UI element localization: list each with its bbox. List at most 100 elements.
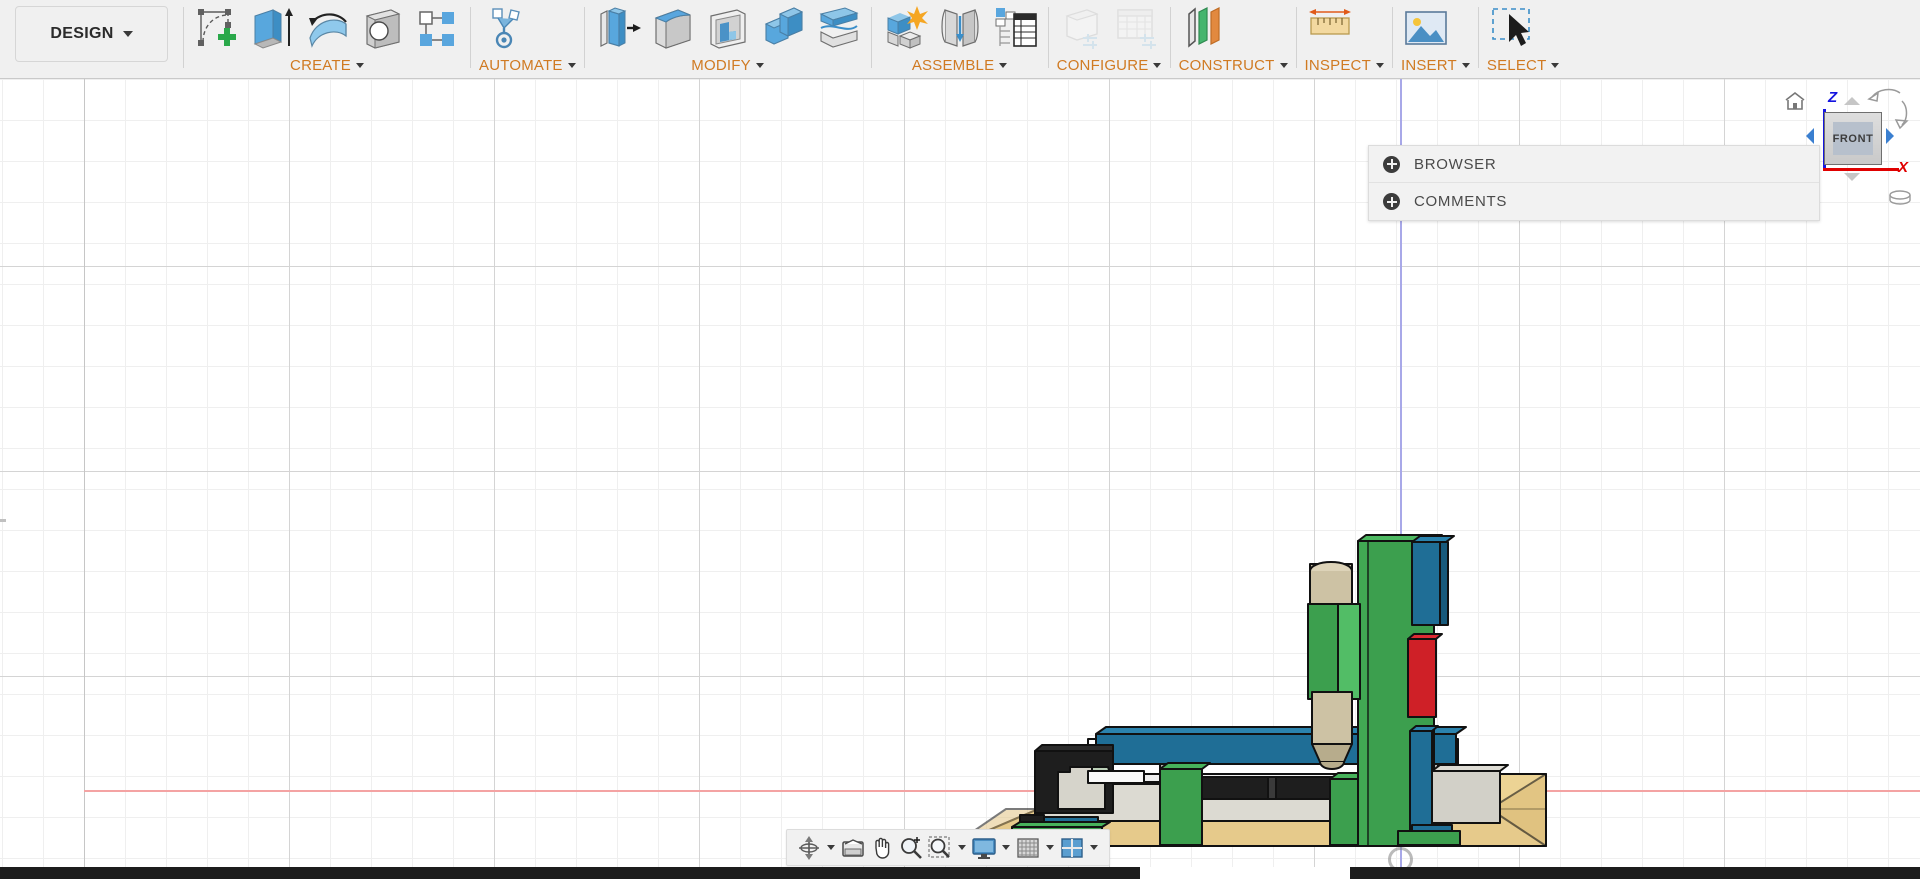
toolbar-panel-modify: MODIFY <box>585 0 871 79</box>
grid-snaps-icon[interactable] <box>1015 834 1041 862</box>
green-riser-mid <box>1159 768 1203 846</box>
panel-title-create[interactable]: CREATE <box>192 52 462 78</box>
joint-icon[interactable] <box>935 4 985 52</box>
panel-label: AUTOMATE <box>479 56 563 74</box>
viewcube-x-axis <box>1823 168 1899 171</box>
chevron-down-icon <box>1375 62 1384 68</box>
viewports-dropdown-caret-icon[interactable] <box>1088 834 1100 862</box>
panel-label: MODIFY <box>691 56 751 74</box>
panel-label: CREATE <box>290 56 351 74</box>
chevron-down-icon <box>567 62 576 68</box>
display-dropdown-caret-icon[interactable] <box>1000 834 1012 862</box>
look-at-icon[interactable] <box>840 834 866 862</box>
panel-title-modify[interactable]: MODIFY <box>593 52 863 78</box>
comments-panel-header[interactable]: COMMENTS <box>1369 183 1819 220</box>
spindle-lower <box>1311 691 1353 745</box>
chevron-down-icon <box>122 31 133 37</box>
chevron-down-icon <box>355 62 364 68</box>
panel-title-configure[interactable]: CONFIGURE <box>1057 52 1162 78</box>
green-foot-right <box>1397 830 1461 846</box>
viewport-canvas[interactable]: BROWSER COMMENTS Z X FRONT <box>0 79 1920 879</box>
extrude-icon[interactable] <box>247 4 297 52</box>
panel-title-automate[interactable]: AUTOMATE <box>479 52 576 78</box>
orbit-icon[interactable] <box>796 834 822 862</box>
panel-title-construct[interactable]: CONSTRUCT <box>1179 52 1288 78</box>
viewports-icon[interactable] <box>1059 834 1085 862</box>
chevron-down-icon <box>755 62 764 68</box>
offset-plane-icon[interactable] <box>1179 4 1229 52</box>
red-plate <box>1407 638 1437 718</box>
create-configuration-icon[interactable] <box>1057 4 1107 52</box>
main-toolbar: DESIGN CREATE AUTOMATE MODIFY ASSEMBLE C… <box>0 0 1920 79</box>
browser-panel-header[interactable]: BROWSER <box>1369 146 1819 183</box>
bottom-edge-strip <box>0 867 1920 879</box>
workspace-label: DESIGN <box>50 25 114 42</box>
create-sketch-icon[interactable] <box>192 4 242 52</box>
split-face-icon[interactable] <box>813 4 863 52</box>
panel-title-assemble[interactable]: ASSEMBLE <box>880 52 1040 78</box>
zoom-window-icon[interactable] <box>927 834 953 862</box>
toolbar-panel-insert: INSERT <box>1393 0 1478 79</box>
revolve-icon[interactable] <box>302 4 352 52</box>
combine-icon[interactable] <box>758 4 808 52</box>
viewcube-perspective-icon[interactable] <box>1888 189 1912 212</box>
zoom-magnifier-icon[interactable] <box>898 834 924 862</box>
panel-title-insert[interactable]: INSERT <box>1401 52 1470 78</box>
automate-assembly-icon[interactable] <box>479 4 529 52</box>
hole-icon[interactable] <box>357 4 407 52</box>
toolbar-panel-automate: AUTOMATE <box>471 0 584 79</box>
side-panels-container: BROWSER COMMENTS <box>1368 145 1820 221</box>
panel-title-select[interactable]: SELECT <box>1487 52 1560 78</box>
toolbar-panel-construct: CONSTRUCT <box>1171 0 1296 79</box>
panel-label: INSPECT <box>1304 56 1371 74</box>
toolbar-panel-configure: CONFIGURE <box>1049 0 1170 79</box>
home-icon[interactable] <box>1784 91 1806 116</box>
plus-circle-icon[interactable] <box>1383 193 1400 210</box>
chevron-down-icon <box>1279 62 1288 68</box>
viewcube[interactable]: Z X FRONT <box>1776 83 1916 213</box>
viewcube-x-label: X <box>1898 159 1909 176</box>
right-grey-block <box>1431 770 1501 824</box>
viewcube-arrow-left-icon[interactable] <box>1806 128 1814 144</box>
viewcube-z-label: Z <box>1828 89 1838 106</box>
panel-label: INSERT <box>1400 56 1457 74</box>
toolbar-panel-assemble: ASSEMBLE <box>872 0 1048 79</box>
chevron-down-icon <box>999 62 1008 68</box>
configuration-table-icon[interactable] <box>1112 4 1162 52</box>
comments-label: COMMENTS <box>1414 193 1508 210</box>
workspace-switcher[interactable]: DESIGN <box>0 0 183 79</box>
chevron-down-icon <box>1551 62 1560 68</box>
orbit-dropdown-caret-icon[interactable] <box>825 834 837 862</box>
bill-of-materials-icon[interactable] <box>990 4 1040 52</box>
chevron-down-icon <box>1153 62 1162 68</box>
browser-label: BROWSER <box>1414 155 1497 173</box>
toolbar-panel-create: CREATE <box>184 0 470 79</box>
shell-icon[interactable] <box>703 4 753 52</box>
viewcube-arrow-down-icon[interactable] <box>1844 173 1860 181</box>
select-cursor-icon[interactable] <box>1487 4 1537 52</box>
measure-icon[interactable] <box>1305 4 1355 52</box>
pattern-icon[interactable] <box>412 4 462 52</box>
panel-label: CONFIGURE <box>1056 56 1149 74</box>
press-pull-icon[interactable] <box>593 4 643 52</box>
viewcube-arrow-up-icon[interactable] <box>1844 97 1860 105</box>
insert-mcmaster-icon[interactable] <box>1401 4 1451 52</box>
bottom-edge-gap <box>1140 867 1350 879</box>
grid-dropdown-caret-icon[interactable] <box>1044 834 1056 862</box>
pan-hand-icon[interactable] <box>869 834 895 862</box>
display-settings-icon[interactable] <box>971 834 997 862</box>
navigation-bar <box>786 829 1110 866</box>
toolbar-panel-select: SELECT <box>1479 0 1568 79</box>
fusion360-window: DESIGN CREATE AUTOMATE MODIFY ASSEMBLE C… <box>0 0 1920 879</box>
zoom-dropdown-caret-icon[interactable] <box>956 834 968 862</box>
panel-label: SELECT <box>1486 56 1547 74</box>
panel-label: CONSTRUCT <box>1178 56 1275 74</box>
orbit-arrows-icon[interactable] <box>1866 83 1912 138</box>
plus-circle-icon[interactable] <box>1383 155 1400 173</box>
panel-title-inspect[interactable]: INSPECT <box>1305 52 1384 78</box>
new-component-icon[interactable] <box>880 4 930 52</box>
chevron-down-icon <box>1461 62 1470 68</box>
fillet-icon[interactable] <box>648 4 698 52</box>
panel-label: ASSEMBLE <box>911 56 995 74</box>
toolbar-panel-inspect: INSPECT <box>1297 0 1392 79</box>
